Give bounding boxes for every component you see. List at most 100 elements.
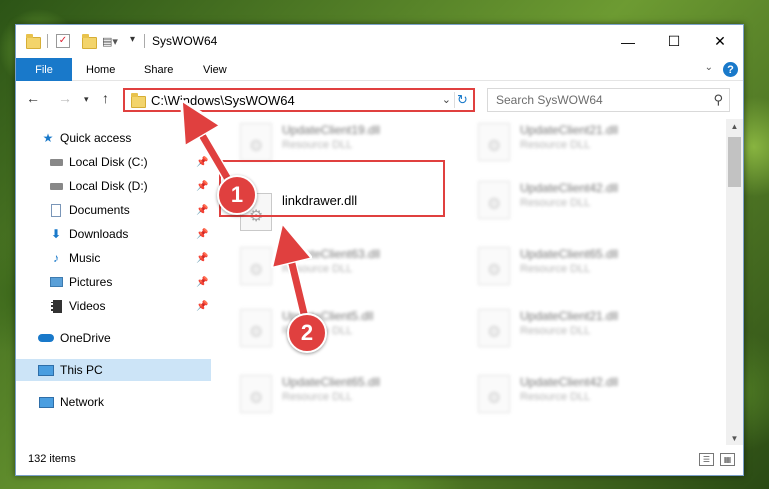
sidebar-item-label: OneDrive xyxy=(60,331,111,345)
window-title: SysWOW64 xyxy=(152,34,218,48)
navigation-bar: ← → ▾ ↑ C:\Windows\SysWOW64 ⌄ ↻ Search S… xyxy=(16,82,743,118)
sidebar-item-network[interactable]: Network xyxy=(16,391,211,413)
recent-locations-icon[interactable]: ▾ xyxy=(84,94,89,105)
pin-icon[interactable]: 📌 xyxy=(196,181,208,192)
tab-file[interactable]: File xyxy=(16,58,72,81)
refresh-icon[interactable]: ↻ xyxy=(454,92,470,108)
address-dropdown-icon[interactable]: ⌄ xyxy=(442,93,451,106)
sidebar-item-label: Downloads xyxy=(69,227,129,241)
up-arrow-icon[interactable]: ↑ xyxy=(102,90,109,106)
sidebar-item-local-disk-c[interactable]: Local Disk (C:) 📌 xyxy=(16,151,211,173)
pin-icon[interactable]: 📌 xyxy=(196,301,208,312)
sidebar-item-this-pc[interactable]: This PC xyxy=(16,359,211,381)
file-name: UpdateClient19.dll xyxy=(282,123,381,137)
expand-ribbon-icon[interactable]: ⌄ xyxy=(705,62,713,73)
maximize-button[interactable]: ☐ xyxy=(651,25,697,58)
sidebar-item-label: Network xyxy=(60,395,105,409)
search-icon[interactable]: ⚲ xyxy=(713,92,723,108)
file-type: Resource DLL xyxy=(282,391,353,403)
sidebar-item-label: Quick access xyxy=(60,131,132,145)
file-item[interactable]: UpdateClient65.dll Resource DLL xyxy=(234,371,454,421)
scroll-up-icon[interactable]: ▲ xyxy=(726,119,743,135)
dll-file-icon xyxy=(240,247,272,285)
sidebar-item-documents[interactable]: Documents 📌 xyxy=(16,199,211,221)
pin-icon[interactable]: 📌 xyxy=(196,205,208,216)
cloud-icon xyxy=(38,331,54,345)
navigation-pane: ★ Quick access Local Disk (C:) 📌 Local D… xyxy=(16,119,211,447)
file-type: Resource DLL xyxy=(520,263,591,275)
download-icon: ⬇ xyxy=(50,227,62,241)
dll-file-icon xyxy=(478,123,510,161)
pin-icon[interactable]: 📌 xyxy=(196,157,208,168)
file-name: UpdateClient42.dll xyxy=(520,181,619,195)
file-item[interactable]: UpdateClient21.dll Resource DLL xyxy=(472,119,692,169)
sidebar-item-onedrive[interactable]: OneDrive xyxy=(16,327,211,349)
forward-arrow-icon[interactable]: → xyxy=(58,90,72,106)
documents-icon xyxy=(48,203,64,217)
pin-icon[interactable]: 📌 xyxy=(196,253,208,264)
sidebar-item-label: Music xyxy=(69,251,101,265)
dll-file-icon xyxy=(240,375,272,413)
close-button[interactable]: ✕ xyxy=(697,25,743,58)
sidebar-item-music[interactable]: ♪ Music 📌 xyxy=(16,247,211,269)
tab-share[interactable]: Share xyxy=(144,58,173,81)
file-name: UpdateClient63.dll xyxy=(282,247,381,261)
pictures-icon xyxy=(48,275,64,289)
vertical-scrollbar[interactable]: ▲ ▼ xyxy=(726,119,743,447)
tab-view[interactable]: View xyxy=(203,58,227,81)
help-icon[interactable]: ? xyxy=(723,62,738,77)
file-item[interactable]: UpdateClient5.dll Resource DLL xyxy=(234,305,454,355)
title-separator xyxy=(47,34,48,48)
sidebar-item-quick-access[interactable]: ★ Quick access xyxy=(16,127,211,149)
file-name: UpdateClient65.dll xyxy=(282,375,381,389)
sidebar-item-label: Documents xyxy=(69,203,130,217)
pin-icon[interactable]: 📌 xyxy=(196,229,208,240)
file-type: Resource DLL xyxy=(282,263,353,275)
details-view-icon[interactable]: ☰ xyxy=(699,453,714,466)
dll-file-icon xyxy=(478,181,510,219)
drive-icon xyxy=(48,179,64,193)
address-bar[interactable]: C:\Windows\SysWOW64 ⌄ ↻ xyxy=(123,88,475,112)
dll-file-icon xyxy=(478,247,510,285)
large-icons-view-icon[interactable]: ▦ xyxy=(720,453,735,466)
file-item[interactable]: UpdateClient63.dll Resource DLL xyxy=(234,243,454,293)
sidebar-item-local-disk-d[interactable]: Local Disk (D:) 📌 xyxy=(16,175,211,197)
ribbon-tabs: File Home Share View ⌄ ? xyxy=(16,58,743,81)
computer-icon xyxy=(38,363,54,377)
sidebar-item-pictures[interactable]: Pictures 📌 xyxy=(16,271,211,293)
file-item[interactable]: UpdateClient21.dll Resource DLL xyxy=(472,305,692,355)
dll-file-icon xyxy=(240,309,272,347)
dll-file-icon xyxy=(478,309,510,347)
address-folder-icon xyxy=(131,93,146,108)
title-separator-2 xyxy=(144,34,145,48)
minimize-button[interactable]: — xyxy=(605,25,651,58)
sidebar-item-videos[interactable]: Videos 📌 xyxy=(16,295,211,317)
callout-badge-2: 2 xyxy=(287,313,327,353)
sidebar-item-downloads[interactable]: ⬇ Downloads 📌 xyxy=(16,223,211,245)
file-name: UpdateClient65.dll xyxy=(520,247,619,261)
file-type: Resource DLL xyxy=(520,325,591,337)
qat-dropdown-icon[interactable]: ▾ xyxy=(130,34,135,45)
file-type: Resource DLL xyxy=(282,139,353,151)
address-path[interactable]: C:\Windows\SysWOW64 xyxy=(151,93,295,108)
tab-home[interactable]: Home xyxy=(86,58,115,81)
dll-file-icon xyxy=(478,375,510,413)
file-type: Resource DLL xyxy=(520,197,591,209)
sidebar-item-label: Videos xyxy=(69,299,106,313)
properties-icon[interactable]: ✓ xyxy=(56,34,70,48)
file-item[interactable]: UpdateClient65.dll Resource DLL xyxy=(472,243,692,293)
file-item[interactable]: UpdateClient42.dll Resource DLL xyxy=(472,371,692,421)
file-name: UpdateClient21.dll xyxy=(520,309,619,323)
new-folder-icon[interactable] xyxy=(82,34,97,49)
callout-badge-1: 1 xyxy=(217,175,257,215)
pin-icon[interactable]: 📌 xyxy=(196,277,208,288)
item-count: 132 items xyxy=(28,453,76,465)
file-name: UpdateClient42.dll xyxy=(520,375,619,389)
search-input[interactable]: Search SysWOW64 xyxy=(496,93,603,107)
file-item[interactable]: UpdateClient42.dll Resource DLL xyxy=(472,177,692,227)
customize-toolbar-icon[interactable]: ▤▾ xyxy=(102,35,118,48)
status-bar: 132 items ☰ ▦ xyxy=(16,445,743,475)
back-arrow-icon[interactable]: ← xyxy=(26,90,40,106)
scroll-thumb[interactable] xyxy=(728,137,741,187)
search-box[interactable]: Search SysWOW64 ⚲ xyxy=(487,88,730,112)
